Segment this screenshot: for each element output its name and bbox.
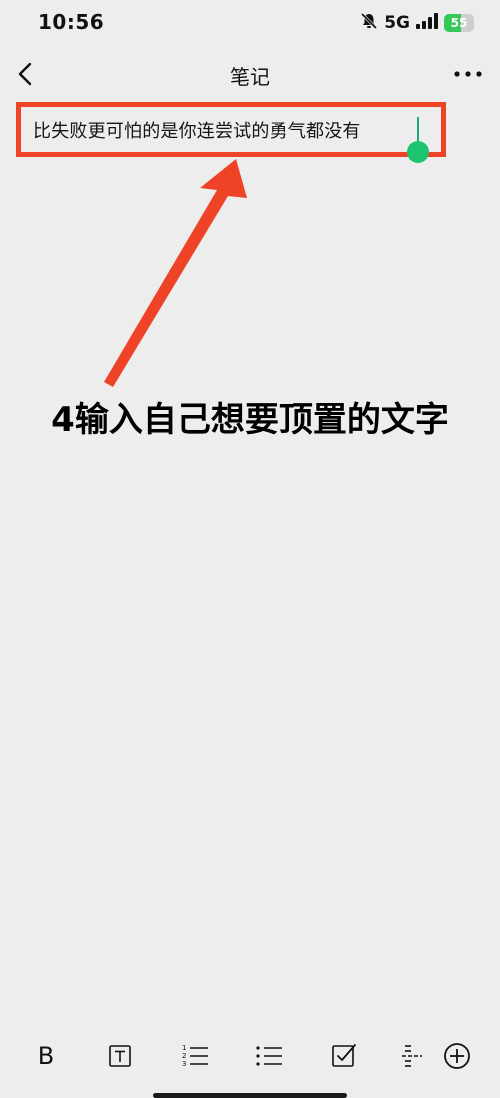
checkbox-icon (331, 1043, 357, 1069)
add-icon (443, 1042, 471, 1070)
checkbox-button[interactable] (326, 1038, 362, 1074)
status-icons: 5G 55 (360, 12, 474, 34)
battery-indicator: 55 (444, 14, 474, 32)
signal-bars-icon (416, 13, 438, 33)
status-bar: 10:56 5G 55 (0, 0, 500, 46)
note-body-text[interactable]: 比失败更可怕的是你连尝试的勇气都没有 (33, 117, 361, 143)
text-caret (417, 117, 419, 141)
nav-bar: 笔记 (0, 50, 500, 98)
numbered-list-button[interactable]: 1 2 3 (177, 1038, 213, 1074)
formatting-toolbar: B 1 2 3 (0, 1034, 500, 1078)
mute-bell-icon (360, 12, 378, 34)
battery-level: 55 (450, 16, 468, 30)
divider-button[interactable] (394, 1038, 430, 1074)
network-type: 5G (384, 13, 410, 33)
bold-button[interactable]: B (28, 1038, 64, 1074)
svg-text:2: 2 (182, 1052, 186, 1060)
svg-text:3: 3 (182, 1060, 186, 1068)
add-button[interactable] (439, 1038, 475, 1074)
annotation-caption: 4输入自己想要顶置的文字 (51, 400, 449, 440)
home-indicator[interactable] (153, 1093, 347, 1098)
status-time: 10:56 (38, 10, 105, 34)
text-style-button[interactable] (102, 1038, 138, 1074)
bulleted-list-icon (255, 1042, 283, 1070)
note-editor[interactable]: 比失败更可怕的是你连尝试的勇气都没有 (16, 102, 446, 163)
text-style-icon (108, 1044, 132, 1068)
numbered-list-icon: 1 2 3 (181, 1042, 209, 1070)
selection-handle[interactable] (407, 141, 429, 163)
svg-text:1: 1 (182, 1044, 186, 1052)
page-title: 笔记 (230, 65, 270, 89)
divider-icon (400, 1043, 424, 1069)
bulleted-list-button[interactable] (251, 1038, 287, 1074)
more-dots-icon[interactable] (448, 60, 488, 88)
bold-icon: B (37, 1042, 55, 1070)
annotation-arrow (104, 159, 247, 387)
